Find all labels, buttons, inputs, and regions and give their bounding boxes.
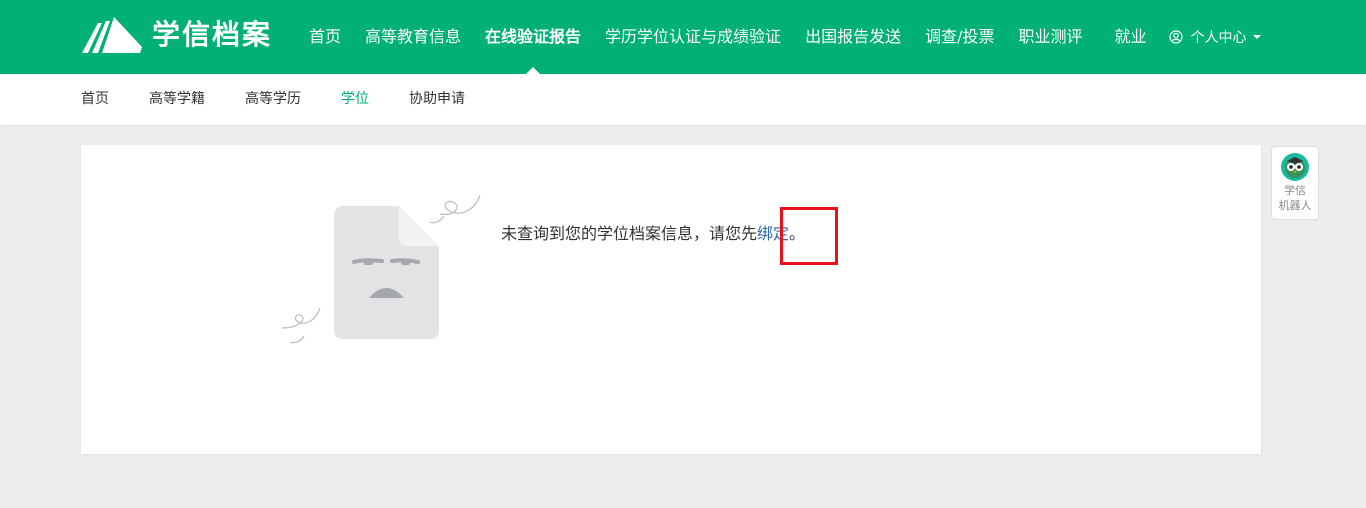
robot-label: 学信 机器人 — [1272, 183, 1318, 213]
main-nav: 首页 高等教育信息 在线验证报告 学历学位认证与成绩验证 出国报告发送 调查/投… — [297, 0, 1261, 74]
subnav-item-enrollment[interactable]: 高等学籍 — [149, 74, 205, 125]
logo-icon — [82, 17, 142, 53]
owl-robot-icon — [1281, 153, 1309, 181]
nav-item-overseas-report[interactable]: 出国报告发送 — [793, 0, 913, 74]
nav-item-higher-education-info[interactable]: 高等教育信息 — [353, 0, 473, 74]
content-card: 未查询到您的学位档案信息，请您先绑定。 — [81, 145, 1261, 454]
nav-item-degree-certification[interactable]: 学历学位认证与成绩验证 — [593, 0, 793, 74]
caret-down-icon — [1252, 35, 1261, 39]
robot-label-line2: 机器人 — [1278, 199, 1312, 212]
user-circle-icon — [1168, 30, 1183, 44]
user-center-label: 个人中心 — [1190, 30, 1247, 46]
nav-item-career-assessment[interactable]: 职业测评 — [1006, 0, 1094, 74]
top-navbar: 学信档案 首页 高等教育信息 在线验证报告 学历学位认证与成绩验证 出国报告发送… — [0, 0, 1366, 74]
logo-text: 学信档案 — [152, 18, 273, 51]
subnav-item-education[interactable]: 高等学历 — [245, 74, 301, 125]
xuexin-robot-button[interactable]: 学信 机器人 — [1271, 146, 1319, 220]
user-center-menu[interactable]: 个人中心 — [1168, 27, 1261, 47]
subnav-item-assist-application[interactable]: 协助申请 — [409, 74, 465, 125]
sub-nav: 首页 高等学籍 高等学历 学位 协助申请 — [81, 74, 505, 125]
nav-item-online-verification-report[interactable]: 在线验证报告 — [473, 0, 593, 74]
nav-item-employment[interactable]: 就业 — [1103, 0, 1159, 74]
nav-item-home[interactable]: 首页 — [297, 0, 353, 74]
sad-document-icon — [281, 194, 481, 344]
nav-item-survey-vote[interactable]: 调查/投票 — [913, 0, 1006, 74]
empty-message: 未查询到您的学位档案信息，请您先绑定。 — [501, 221, 805, 247]
subnav-item-home[interactable]: 首页 — [81, 74, 109, 125]
robot-label-line1: 学信 — [1284, 184, 1306, 197]
subnav-item-degree[interactable]: 学位 — [341, 74, 369, 125]
sub-navbar: 首页 高等学籍 高等学历 学位 协助申请 — [0, 74, 1366, 125]
empty-message-text: 未查询到您的学位档案信息，请您先 — [501, 224, 758, 243]
logo[interactable]: 学信档案 — [80, 15, 272, 55]
highlight-box — [780, 207, 838, 265]
